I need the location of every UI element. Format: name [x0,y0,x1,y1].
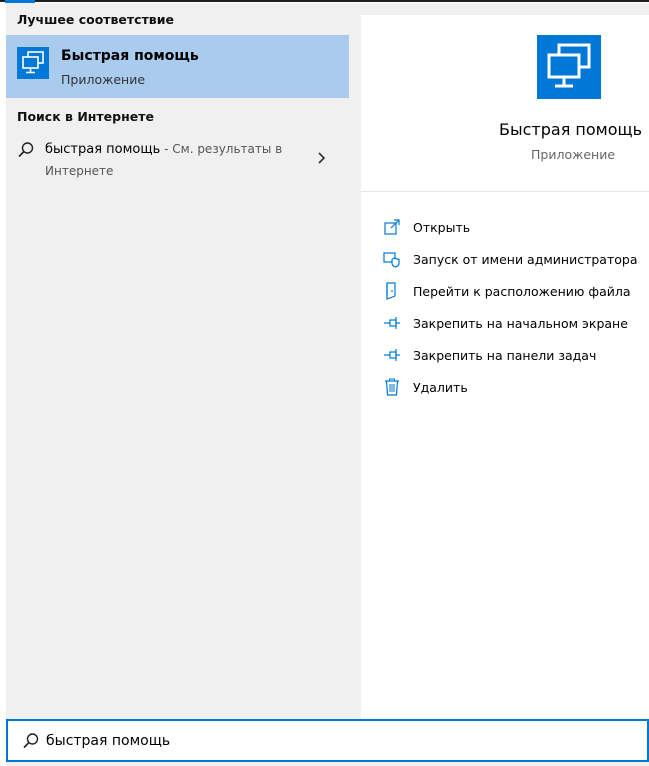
search-icon [17,141,35,159]
open-icon [383,218,401,236]
start-search-flyout: Лучшее соответствие Быстрая помощь Прило… [6,3,649,766]
shield-icon [383,250,401,268]
action-list: Открыть Запуск от имени администратора П… [383,211,649,403]
preview-pane: Быстрая помощь Приложение Открыть Запуск… [361,15,649,719]
action-run-as-admin[interactable]: Запуск от имени администратора [383,243,649,275]
preview-divider [361,191,649,192]
best-match-subtitle: Приложение [61,72,146,87]
pin-icon [383,314,401,332]
action-pin-to-start[interactable]: Закрепить на начальном экране [383,307,649,339]
action-open-file-location[interactable]: Перейти к расположению файла [383,275,649,307]
best-match-item[interactable]: Быстрая помощь Приложение [6,35,349,98]
action-pin-to-taskbar-label: Закрепить на панели задач [413,347,597,363]
web-search-text: быстрая помощь - См. результаты в [45,142,282,157]
window-top-edge [0,0,649,2]
action-uninstall-label: Удалить [413,379,468,395]
quick-assist-icon [17,47,49,79]
trash-icon [383,378,401,396]
preview-title: Быстрая помощь [499,120,643,139]
action-open-file-location-label: Перейти к расположению файла [413,283,631,299]
search-input[interactable] [46,729,626,753]
results-pane: Лучшее соответствие Быстрая помощь Прило… [6,3,349,717]
action-pin-to-taskbar[interactable]: Закрепить на панели задач [383,339,649,371]
web-search-hint-line2: Интернете [45,164,114,178]
web-search-hint: - См. результаты в [160,142,283,156]
action-run-as-admin-label: Запуск от имени администратора [413,251,638,267]
web-search-query: быстрая помощь [45,142,161,157]
action-open[interactable]: Открыть [383,211,649,243]
pin-icon [383,346,401,364]
file-location-icon [383,282,401,300]
preview-subtitle: Приложение [531,147,616,162]
action-uninstall[interactable]: Удалить [383,371,649,403]
best-match-title: Быстрая помощь [61,48,199,64]
best-match-header: Лучшее соответствие [17,12,174,27]
web-search-header: Поиск в Интернете [17,109,154,124]
quick-assist-large-icon [537,35,601,99]
action-open-label: Открыть [413,219,471,235]
chevron-right-icon[interactable] [317,150,327,164]
taskbar-search-box[interactable] [6,719,649,762]
web-search-item[interactable]: быстрая помощь - См. результаты в Интерн… [6,133,349,183]
search-icon [22,732,40,750]
action-pin-to-start-label: Закрепить на начальном экране [413,315,628,331]
